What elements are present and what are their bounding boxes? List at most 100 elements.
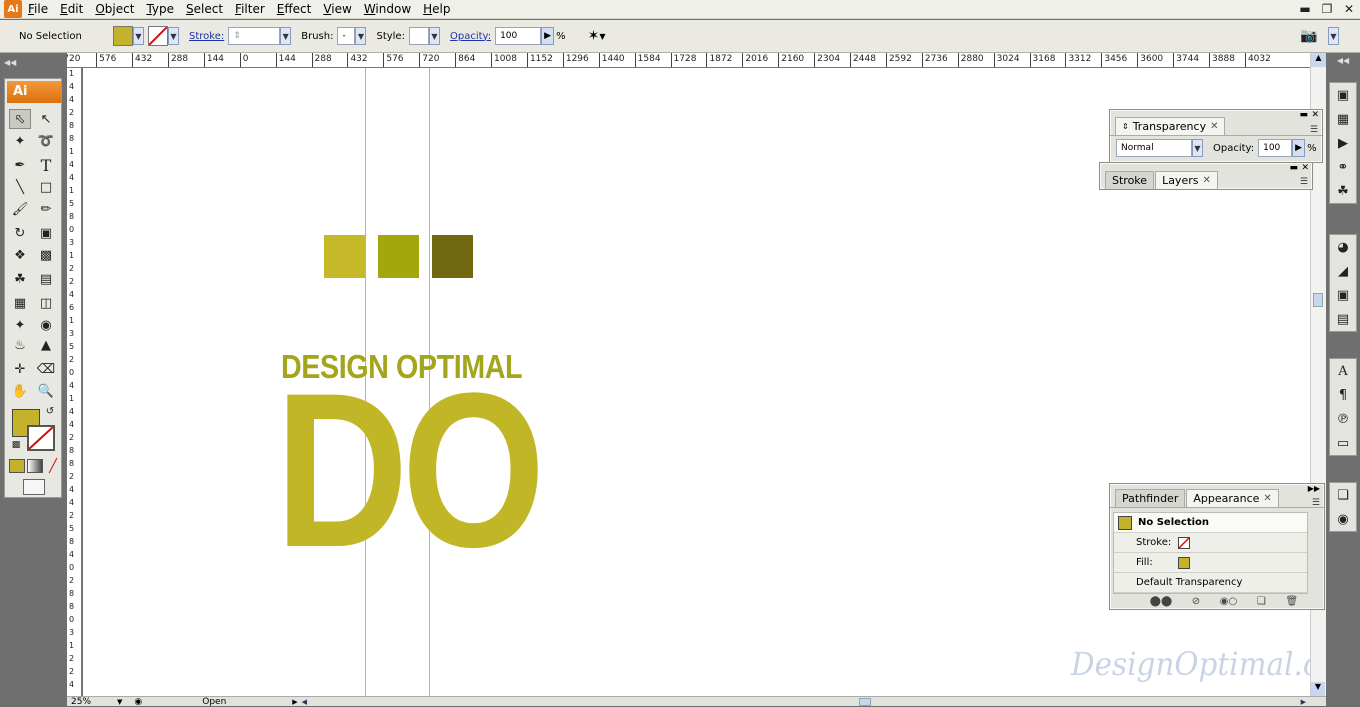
free-transform-tool-icon[interactable]: ▩ [35,245,57,265]
stroke-none-swatch[interactable] [148,26,168,46]
color-icon[interactable]: ◕ [1330,235,1356,259]
tab-transparency[interactable]: ⇕ Transparency ✕ [1115,117,1226,135]
links-icon[interactable]: ⚭ [1330,155,1356,179]
selection-tool-icon[interactable]: ⬁ [9,109,31,129]
minimize-icon[interactable]: ▬ [1294,0,1316,18]
stroke-weight-field[interactable]: ⇕ [228,27,281,45]
fill-color-swatch[interactable] [113,26,133,46]
scroll-thumb[interactable] [1313,293,1323,307]
paintbrush-tool-icon[interactable]: 🖌 [9,199,31,219]
bridge-icon[interactable]: 📷 [1300,28,1317,44]
rotate-tool-icon[interactable]: ↻ [9,223,31,243]
panel-menu-icon[interactable]: ☰ [1312,498,1320,508]
status-menu-icon[interactable]: ◉ [134,697,142,707]
appearance-transparency-row[interactable]: Default Transparency [1114,573,1307,593]
tab-layers[interactable]: Layers ✕ [1155,171,1218,189]
menu-filter[interactable]: Filter [229,2,271,16]
align-icon[interactable]: ▤ [1330,307,1356,331]
fill-dropdown-icon[interactable]: ▼ [133,27,144,45]
live-paint-bucket-tool-icon[interactable]: ♨ [9,335,31,355]
none-mode-icon[interactable]: ╱ [45,459,61,474]
eyedropper-tool-icon[interactable]: ✦ [9,315,31,335]
warp-tool-icon[interactable]: ❖ [9,245,31,265]
hscroll-thumb[interactable] [859,697,872,706]
expand-dock-icon[interactable]: ◀◀ [1326,56,1360,65]
menu-view[interactable]: View [317,2,357,16]
symbol-sprayer-tool-icon[interactable]: ☘ [9,269,31,289]
mesh-tool-icon[interactable]: ▦ [9,293,31,313]
tab-close-icon[interactable]: ✕ [1202,175,1210,186]
navigator-icon[interactable]: ▣ [1330,83,1356,107]
vertical-ruler[interactable]: 1 4 4 2 8 8 1 4 4 1 5 8 0 3 1 2 2 4 6 1 3 5 2 0 4 1 4 4 2 8 8 2 4 4 2 5 8 4 0 2… [67,68,82,696]
scroll-up-icon[interactable]: ▲ [1311,53,1326,67]
tab-close-icon[interactable]: ✕ [1210,121,1218,132]
menu-file[interactable]: File [22,2,54,16]
rectangle-tool-icon[interactable]: □ [35,177,57,197]
scroll-down-icon[interactable]: ▼ [1311,682,1325,696]
appearance-fill-row[interactable]: Fill: [1114,553,1307,573]
recolor-artwork-icon[interactable]: ✶ [588,28,600,44]
slice-tool-icon[interactable]: ✛ [9,359,31,379]
opacity-field[interactable]: 100 [495,27,542,45]
style-field[interactable] [408,27,429,45]
transparency-opacity-arrow-icon[interactable]: ▶ [1292,139,1306,157]
gradient-panel-icon[interactable]: ▭ [1330,431,1356,455]
panel-close-icon[interactable]: ✕ [1301,163,1309,173]
symbols-icon[interactable]: ☘ [1330,179,1356,203]
style-dropdown-icon[interactable]: ▼ [428,27,440,45]
color-square-1[interactable] [324,235,365,278]
clear-appearance-icon[interactable]: ⊘ [1192,596,1200,607]
opacity-arrow-icon[interactable]: ▶ [541,27,555,45]
menu-object[interactable]: Object [89,2,140,16]
panel-menu-icon[interactable]: ▼ [1328,27,1339,45]
menu-window[interactable]: Window [358,2,417,16]
menu-help[interactable]: Help [417,2,456,16]
direct-selection-tool-icon[interactable]: ↖ [35,109,57,129]
menu-edit[interactable]: Edit [54,2,89,16]
opacity-label[interactable]: Opacity: [450,31,491,42]
appearance-header[interactable]: No Selection [1114,513,1307,533]
lasso-tool-icon[interactable]: ➰ [35,131,57,151]
panel-minimize-icon[interactable]: ▬ [1289,163,1298,173]
blend-tool-icon[interactable]: ◉ [35,315,57,335]
swap-fill-stroke-icon[interactable]: ↺ [43,405,57,417]
horizontal-ruler[interactable]: 7205764322881440144288432576720864100811… [67,53,1310,68]
stroke-color-box[interactable] [27,425,55,451]
panel-menu-icon[interactable]: ☰ [1300,177,1308,187]
new-art-maintains-appearance-icon[interactable]: ⬤⬤ [1150,596,1172,607]
delete-item-icon[interactable]: 🗑 [1285,596,1298,607]
menu-select[interactable]: Select [180,2,229,16]
scroll-right-icon[interactable]: ▶ [1301,698,1306,706]
appearance-stroke-row[interactable]: Stroke: [1114,533,1307,553]
actions-icon[interactable]: ▶ [1330,131,1356,155]
line-tool-icon[interactable]: ╲ [9,177,31,197]
pencil-tool-icon[interactable]: ✏ [35,199,57,219]
zoom-tool-icon[interactable]: 🔍 [35,381,57,401]
appearance-icon[interactable]: ◉ [1330,507,1356,531]
transform-icon[interactable]: ▣ [1330,283,1356,307]
tab-appearance[interactable]: Appearance ✕ [1186,489,1279,507]
menu-type[interactable]: Type [140,2,180,16]
restore-icon[interactable]: ❐ [1316,0,1338,18]
scroll-left-icon[interactable]: ◀ [302,698,307,706]
fill-swatch[interactable] [1178,556,1190,569]
brush-field[interactable]: - [337,27,356,45]
zoom-level[interactable]: 25% [71,697,117,707]
stroke-none-swatch[interactable] [1178,536,1190,549]
paragraph-icon[interactable]: ¶ [1330,383,1356,407]
hand-tool-icon[interactable]: ✋ [9,381,31,401]
brush-dropdown-icon[interactable]: ▼ [355,27,367,45]
color-guide-icon[interactable]: ◢ [1330,259,1356,283]
scale-tool-icon[interactable]: ▣ [35,223,57,243]
gradient-tool-icon[interactable]: ◫ [35,293,57,313]
type-tool-icon[interactable]: T [35,155,57,175]
blend-mode-select[interactable]: Normal [1116,139,1192,157]
swatches-icon[interactable]: ▦ [1330,107,1356,131]
menu-effect[interactable]: Effect [271,2,318,16]
gradient-mode-icon[interactable] [27,459,43,473]
collapse-tools-icon[interactable]: ◀◀ [4,58,62,68]
recolor-dropdown-icon[interactable]: ▼ [599,32,605,41]
zoom-dropdown-icon[interactable]: ▼ [117,698,122,706]
magic-wand-tool-icon[interactable]: ✦ [9,131,31,151]
color-square-2[interactable] [378,235,419,278]
